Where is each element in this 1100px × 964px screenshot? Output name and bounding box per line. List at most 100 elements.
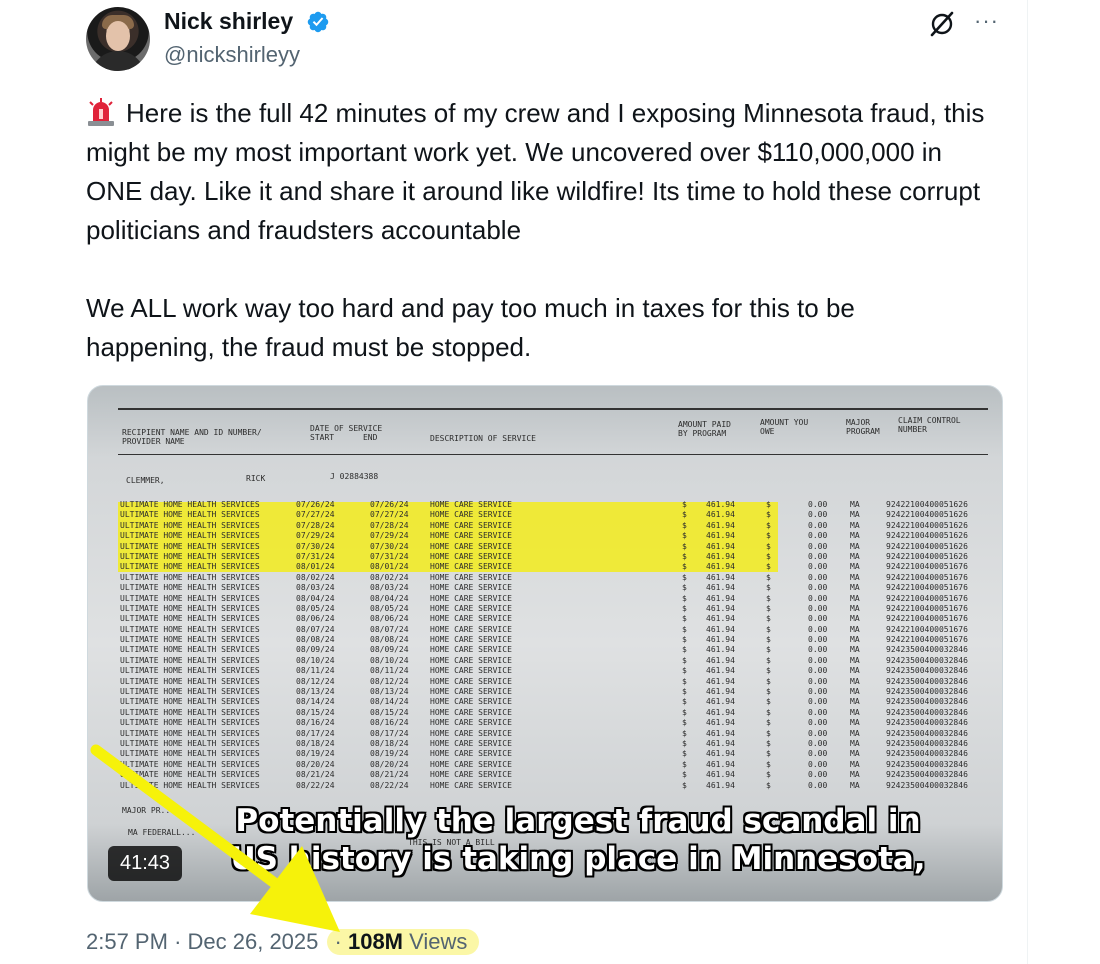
table-cell-owe: 0.00 [808, 697, 828, 707]
table-cell-prog: MA [850, 770, 860, 780]
table-row: ULTIMATE HOME HEALTH SERVICES 07/30/24 07/… [120, 542, 1000, 552]
table-cell-owe: 0.00 [808, 624, 828, 634]
tweet-text: Here is the full 42 minutes of my crew a… [86, 94, 986, 367]
table-row: ULTIMATE HOME HEALTH SERVICES 08/03/24 08/… [120, 583, 1000, 593]
video-player[interactable]: RECIPIENT NAME AND ID NUMBER/ PROVIDER N… [87, 385, 1003, 902]
table-cell-prog: MA [850, 520, 860, 530]
table-cell-end: 08/13/24 [370, 687, 409, 697]
table-cell-owe: 0.00 [808, 551, 828, 561]
dollar-mark: $ [682, 603, 687, 613]
table-cell-provider: ULTIMATE HOME HEALTH SERVICES [120, 593, 260, 603]
table-cell-start: 08/12/24 [296, 676, 335, 686]
meta-separator: · [174, 929, 182, 954]
table-cell-start: 08/11/24 [296, 666, 335, 676]
table-cell-claim: 92422100400051676 [886, 562, 968, 572]
dollar-mark: $ [766, 624, 771, 634]
table-cell-claim: 92423500400032846 [886, 759, 968, 769]
table-cell-prog: MA [850, 697, 860, 707]
table-cell-paid: 461.94 [706, 583, 735, 593]
table-cell-owe: 0.00 [808, 655, 828, 665]
table-cell-prog: MA [850, 738, 860, 748]
table-cell-provider: ULTIMATE HOME HEALTH SERVICES [120, 583, 260, 593]
table-cell-end: 08/05/24 [370, 603, 409, 613]
table-cell-desc: HOME CARE SERVICE [430, 593, 512, 603]
table-cell-paid: 461.94 [706, 541, 735, 551]
claims-table: ULTIMATE HOME HEALTH SERVICES 07/26/24 07/… [120, 500, 1000, 791]
table-cell-desc: HOME CARE SERVICE [430, 551, 512, 561]
table-cell-desc: HOME CARE SERVICE [430, 510, 512, 520]
table-cell-owe: 0.00 [808, 666, 828, 676]
table-row: ULTIMATE HOME HEALTH SERVICES 08/01/24 08/… [120, 562, 1000, 572]
doc-footer-ma: MA FEDERALL... [128, 828, 196, 837]
table-cell-desc: HOME CARE SERVICE [430, 666, 512, 676]
table-cell-desc: HOME CARE SERVICE [430, 738, 512, 748]
grok-icon[interactable] [928, 10, 956, 38]
table-cell-owe: 0.00 [808, 510, 828, 520]
table-row: ULTIMATE HOME HEALTH SERVICES 07/31/24 07/… [120, 552, 1000, 562]
table-cell-end: 07/30/24 [370, 541, 409, 551]
table-cell-desc: HOME CARE SERVICE [430, 635, 512, 645]
table-cell-end: 08/16/24 [370, 718, 409, 728]
table-cell-desc: HOME CARE SERVICE [430, 759, 512, 769]
table-cell-prog: MA [850, 666, 860, 676]
table-cell-owe: 0.00 [808, 572, 828, 582]
table-row: ULTIMATE HOME HEALTH SERVICES 08/17/24 08/… [120, 729, 1000, 739]
dollar-mark: $ [766, 593, 771, 603]
table-cell-prog: MA [850, 728, 860, 738]
table-cell-paid: 461.94 [706, 728, 735, 738]
table-cell-desc: HOME CARE SERVICE [430, 572, 512, 582]
table-cell-end: 08/14/24 [370, 697, 409, 707]
timeline-border [1027, 0, 1028, 964]
doc-footer-major: MAJOR PR... [122, 806, 175, 815]
table-cell-end: 07/27/24 [370, 510, 409, 520]
more-options-icon[interactable]: ··· [974, 8, 999, 34]
table-cell-prog: MA [850, 510, 860, 520]
table-cell-end: 08/12/24 [370, 676, 409, 686]
doc-header-amount-paid: AMOUNT PAID BY PROGRAM [678, 420, 731, 438]
table-cell-start: 07/29/24 [296, 531, 335, 541]
table-cell-prog: MA [850, 687, 860, 697]
table-cell-end: 08/21/24 [370, 770, 409, 780]
table-row: ULTIMATE HOME HEALTH SERVICES 08/08/24 08/… [120, 635, 1000, 645]
table-cell-desc: HOME CARE SERVICE [430, 531, 512, 541]
table-row: ULTIMATE HOME HEALTH SERVICES 08/14/24 08/… [120, 697, 1000, 707]
table-cell-end: 08/08/24 [370, 635, 409, 645]
table-row: ULTIMATE HOME HEALTH SERVICES 08/13/24 08/… [120, 687, 1000, 697]
avatar[interactable] [86, 7, 150, 71]
table-cell-desc: HOME CARE SERVICE [430, 687, 512, 697]
tweet-paragraph-1: Here is the full 42 minutes of my crew a… [86, 94, 986, 250]
dollar-mark: $ [766, 562, 771, 572]
table-cell-prog: MA [850, 718, 860, 728]
dollar-mark: $ [682, 614, 687, 624]
tweet-date[interactable]: Dec 26, 2025 [188, 929, 319, 954]
table-cell-paid: 461.94 [706, 614, 735, 624]
table-row: ULTIMATE HOME HEALTH SERVICES 08/20/24 08/… [120, 760, 1000, 770]
author-name[interactable]: Nick shirley [164, 8, 293, 35]
dollar-mark: $ [682, 687, 687, 697]
table-cell-owe: 0.00 [808, 531, 828, 541]
table-cell-provider: ULTIMATE HOME HEALTH SERVICES [120, 531, 260, 541]
table-cell-paid: 461.94 [706, 666, 735, 676]
table-cell-desc: HOME CARE SERVICE [430, 676, 512, 686]
dollar-mark: $ [682, 759, 687, 769]
table-cell-claim: 92422100400051626 [886, 551, 968, 561]
table-cell-paid: 461.94 [706, 676, 735, 686]
dollar-mark: $ [682, 676, 687, 686]
table-cell-paid: 461.94 [706, 562, 735, 572]
table-cell-desc: HOME CARE SERVICE [430, 624, 512, 634]
table-cell-end: 07/31/24 [370, 551, 409, 561]
table-cell-owe: 0.00 [808, 770, 828, 780]
author-handle[interactable]: @nickshirleyy [164, 42, 300, 68]
table-cell-prog: MA [850, 655, 860, 665]
table-cell-provider: ULTIMATE HOME HEALTH SERVICES [120, 562, 260, 572]
table-cell-start: 08/06/24 [296, 614, 335, 624]
table-cell-prog: MA [850, 780, 860, 790]
table-cell-start: 07/27/24 [296, 510, 335, 520]
table-row: ULTIMATE HOME HEALTH SERVICES 07/27/24 07/… [120, 510, 1000, 520]
dollar-mark: $ [766, 738, 771, 748]
dollar-mark: $ [766, 645, 771, 655]
table-cell-end: 08/10/24 [370, 655, 409, 665]
table-cell-paid: 461.94 [706, 603, 735, 613]
table-row: ULTIMATE HOME HEALTH SERVICES 08/05/24 08/… [120, 604, 1000, 614]
tweet-time[interactable]: 2:57 PM [86, 929, 168, 954]
